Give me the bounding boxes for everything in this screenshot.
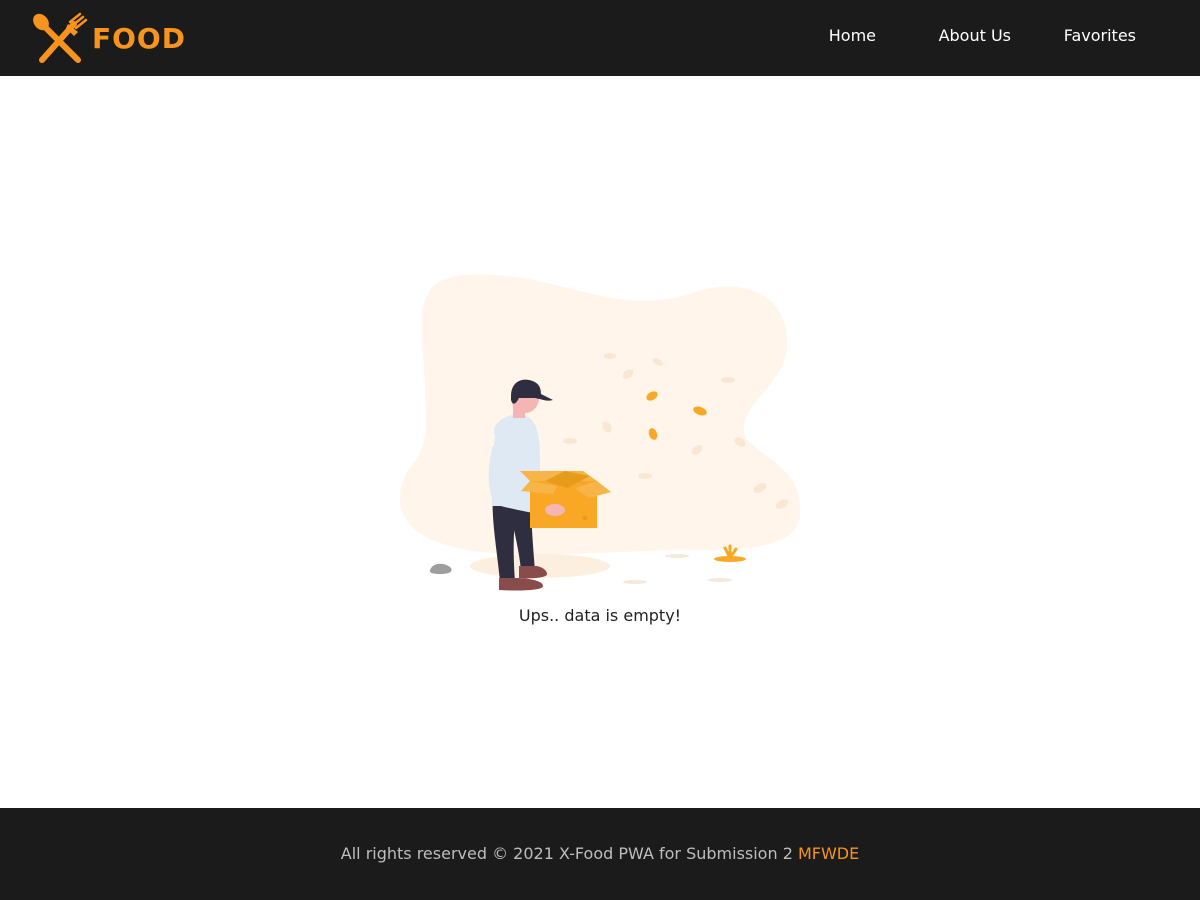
footer-copyright-text: All rights reserved © 2021 X-Food PWA fo…	[340, 844, 793, 863]
brand-logo[interactable]: FOOD	[30, 12, 186, 64]
navbar: FOOD Home About Us Favorites	[0, 0, 1200, 76]
empty-box-person-illustration	[395, 266, 815, 600]
footer-highlight-text: MFWDE	[797, 844, 860, 863]
brand-name: FOOD	[92, 21, 186, 55]
main-content: Ups.. data is empty!	[0, 76, 1200, 808]
nav-home-link[interactable]: Home	[829, 26, 876, 45]
crossed-spoon-fork-icon	[30, 12, 88, 64]
footer-copyright: All rights reserved © 2021 X-Food PWA fo…	[0, 844, 1200, 863]
empty-state-message: Ups.. data is empty!	[518, 606, 682, 625]
nav-favorites-link[interactable]: Favorites	[1064, 26, 1136, 45]
nav-about-link[interactable]: About Us	[939, 26, 1011, 45]
footer: All rights reserved © 2021 X-Food PWA fo…	[0, 808, 1200, 900]
